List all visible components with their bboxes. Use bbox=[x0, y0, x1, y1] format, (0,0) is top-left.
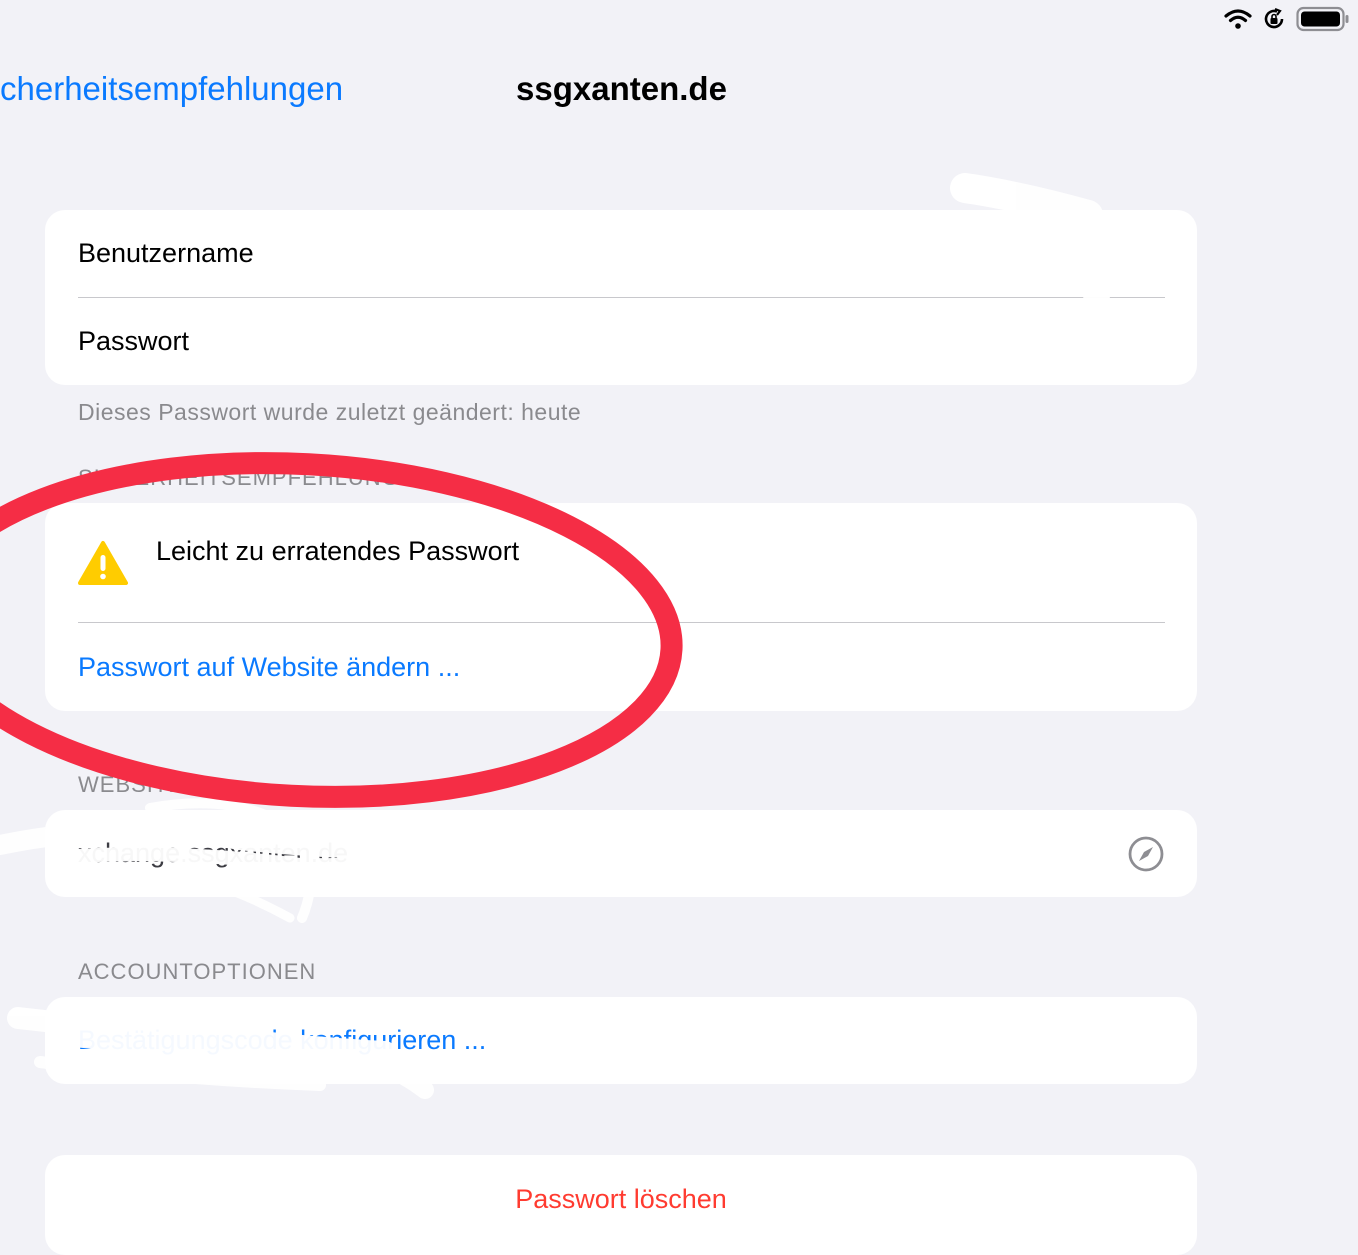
credentials-card: Benutzername Passwort bbox=[45, 210, 1197, 385]
weak-password-text: Leicht zu erratendes Passwort bbox=[156, 536, 520, 566]
rotation-lock-icon bbox=[1264, 7, 1284, 29]
configure-code-link[interactable]: Bestätigungscode konfigurieren ... bbox=[78, 1025, 486, 1056]
website-url: xchange.ssgxanten.de bbox=[78, 838, 349, 868]
delete-password-label: Passwort löschen bbox=[515, 1183, 727, 1214]
website-section-header: WEBSITE bbox=[78, 772, 185, 797]
compass-icon[interactable] bbox=[1127, 835, 1165, 873]
weak-password-row: Leicht zu erratendes Passwort bbox=[78, 503, 1165, 622]
change-password-link[interactable]: Passwort auf Website ändern ... bbox=[78, 652, 460, 683]
account-options-section-header: ACCOUNTOPTIONEN bbox=[78, 959, 317, 984]
delete-card: Passwort löschen bbox=[45, 1155, 1197, 1255]
delete-password-button[interactable]: Passwort löschen bbox=[45, 1155, 1197, 1243]
security-card: Leicht zu erratendes Passwort Passwort a… bbox=[45, 503, 1197, 711]
wifi-icon bbox=[1224, 9, 1252, 29]
change-password-row[interactable]: Passwort auf Website ändern ... bbox=[78, 623, 1165, 711]
password-row[interactable]: Passwort bbox=[78, 298, 1165, 385]
warning-triangle-icon bbox=[78, 540, 128, 585]
username-row[interactable]: Benutzername bbox=[78, 210, 1165, 297]
website-row[interactable]: xchange.ssgxanten.de bbox=[78, 810, 1165, 897]
account-options-card: Bestätigungscode konfigurieren ... bbox=[45, 997, 1197, 1084]
website-card: xchange.ssgxanten.de bbox=[45, 810, 1197, 897]
status-bar bbox=[1224, 6, 1350, 32]
security-section-header: SICHERHEITSEMPFEHLUNGEN bbox=[78, 465, 433, 490]
account-options-row[interactable]: Bestätigungscode konfigurieren ... bbox=[78, 997, 1165, 1084]
password-label: Passwort bbox=[78, 326, 190, 356]
username-label: Benutzername bbox=[78, 238, 254, 268]
battery-icon bbox=[1296, 6, 1349, 32]
last-changed-caption: Dieses Passwort wurde zuletzt geändert: … bbox=[78, 399, 582, 425]
page-title: ssgxanten.de bbox=[516, 70, 727, 107]
